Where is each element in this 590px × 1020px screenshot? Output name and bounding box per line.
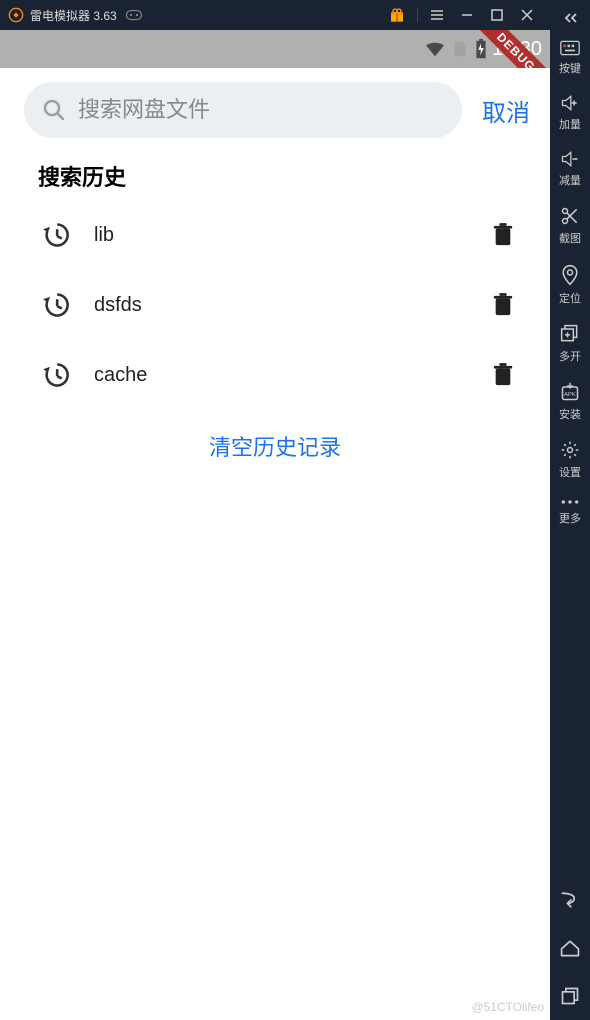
app-content: 取消 搜索历史 lib dsfds cache 清空历史记录 @51CTOlif… [0, 68, 550, 1020]
svg-text:APK: APK [564, 392, 576, 398]
tool-settings[interactable]: 设置 [550, 432, 590, 490]
tool-label: 多开 [559, 348, 581, 364]
tool-keyboard[interactable]: 按键 [550, 32, 590, 86]
clear-history-button[interactable]: 清空历史记录 [0, 410, 550, 482]
tool-volume-up[interactable]: 加量 [550, 86, 590, 142]
tool-label: 加量 [559, 116, 581, 132]
history-icon [42, 361, 70, 389]
tool-label: 设置 [559, 464, 581, 480]
tool-label: 安装 [559, 406, 581, 422]
location-icon [561, 264, 579, 286]
history-item[interactable]: lib [38, 200, 526, 270]
wifi-icon [424, 40, 446, 58]
collapse-sidebar-button[interactable] [562, 6, 578, 32]
history-item-text: cache [94, 364, 488, 387]
history-icon [42, 291, 70, 319]
keyboard-icon [560, 40, 580, 56]
android-statusbar: 10:30 DEBUG [0, 30, 550, 68]
tool-location[interactable]: 定位 [550, 256, 590, 316]
close-button[interactable] [512, 0, 542, 30]
volume-down-icon [560, 150, 580, 168]
apk-install-icon: APK [560, 382, 580, 402]
window-title: 雷电模拟器 3.63 [30, 7, 117, 24]
tool-install[interactable]: APK 安装 [550, 374, 590, 432]
history-item-text: lib [94, 224, 488, 247]
history-title: 搜索历史 [0, 152, 550, 200]
tool-volume-down[interactable]: 减量 [550, 142, 590, 198]
search-input[interactable] [78, 97, 444, 123]
history-list: lib dsfds cache [0, 200, 550, 410]
history-item[interactable]: cache [38, 340, 526, 410]
history-icon [42, 221, 70, 249]
emulator-sidebar: 按键 加量 减量 截图 定位 多开 APK 安装 设置 更多 [550, 0, 590, 1020]
tool-label: 减量 [559, 172, 581, 188]
more-icon [560, 498, 580, 506]
titlebar: 雷电模拟器 3.63 [0, 0, 550, 30]
tool-multi-instance[interactable]: 多开 [550, 316, 590, 374]
delete-button[interactable] [488, 288, 518, 322]
history-item-text: dsfds [94, 294, 488, 317]
tool-label: 截图 [559, 230, 581, 246]
gear-icon [560, 440, 580, 460]
tool-label: 定位 [559, 290, 581, 306]
sim-icon [452, 40, 468, 58]
delete-button[interactable] [488, 218, 518, 252]
delete-button[interactable] [488, 358, 518, 392]
minimize-button[interactable] [452, 0, 482, 30]
gamepad-icon [125, 8, 143, 22]
gift-icon[interactable] [389, 7, 405, 23]
app-logo-icon [8, 7, 24, 23]
volume-up-icon [560, 94, 580, 112]
search-box[interactable] [24, 82, 462, 138]
battery-charging-icon [474, 38, 488, 60]
history-item[interactable]: dsfds [38, 270, 526, 340]
tool-label: 按键 [559, 60, 581, 76]
tool-screenshot[interactable]: 截图 [550, 198, 590, 256]
search-icon [42, 98, 66, 122]
tool-more[interactable]: 更多 [550, 490, 590, 536]
multi-window-icon [560, 324, 580, 344]
scissors-icon [560, 206, 580, 226]
android-back-button[interactable] [559, 876, 581, 924]
maximize-button[interactable] [482, 0, 512, 30]
tool-label: 更多 [559, 510, 581, 526]
menu-button[interactable] [422, 0, 452, 30]
cancel-button[interactable]: 取消 [478, 89, 534, 132]
watermark: @51CTOlifeo [471, 1000, 544, 1014]
android-home-button[interactable] [559, 924, 581, 972]
android-recents-button[interactable] [560, 972, 580, 1020]
